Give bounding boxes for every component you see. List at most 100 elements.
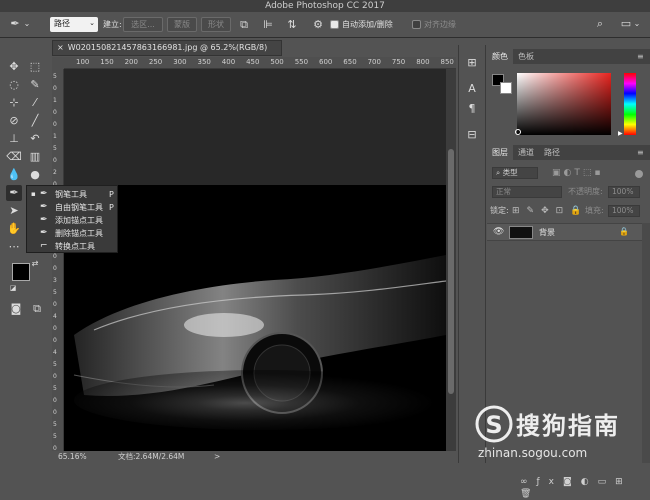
tab-swatches[interactable]: 色板 <box>513 49 539 64</box>
eye-icon[interactable]: 👁 <box>493 227 504 237</box>
tab-paths[interactable]: 路径 <box>539 145 565 160</box>
layers-panel-actions[interactable]: ∞ƒx◙◐▭⊞🗑 <box>520 476 650 500</box>
color-spectrum-field[interactable] <box>517 73 611 135</box>
default-colors-icon[interactable]: ◪ <box>8 283 18 293</box>
quick-mask-icon[interactable]: ◙ <box>8 301 24 317</box>
path-selection-tool-icon[interactable]: ➤ <box>6 203 22 219</box>
tool-mode-select[interactable]: 路径 ⌄ <box>50 17 98 32</box>
vertical-ruler-tick-label: 1 <box>53 97 57 104</box>
tool-mode-value: 路径 <box>54 19 70 28</box>
lock-icons[interactable]: ⊞✎✥⊡🔒 <box>512 205 588 217</box>
history-brush-tool-icon[interactable]: ↶ <box>27 131 43 147</box>
watermark-brand: 搜狗指南 <box>516 412 620 440</box>
scrollbar-thumb[interactable] <box>448 149 454 394</box>
tab-channels[interactable]: 通道 <box>513 145 539 160</box>
search-icon[interactable]: ⌕ <box>593 17 607 31</box>
character-panel-icon[interactable]: A <box>464 81 480 97</box>
auto-add-delete-checkbox[interactable]: 自动添加/删除 <box>330 17 393 33</box>
color-picker-marker[interactable] <box>515 129 521 135</box>
ruler-tick-label: 750 <box>391 58 406 66</box>
foreground-color-swatch[interactable] <box>12 263 30 281</box>
pen-tool-preset-icon[interactable]: ✒ <box>8 17 22 31</box>
opacity-field[interactable]: 100% <box>608 186 640 198</box>
path-arrangement-icon[interactable]: ⇅ <box>285 18 299 32</box>
panel-menu-icon[interactable]: ≡ <box>632 49 649 64</box>
path-alignment-icon[interactable]: ⊫ <box>261 18 275 32</box>
flyout-item[interactable]: ⌐ 转换点工具 <box>27 240 119 253</box>
document-tab[interactable]: × W020150821457863166981.jpg @ 65.2%(RGB/… <box>52 40 282 56</box>
layer-row[interactable]: 👁 背景 🔒 <box>487 223 642 241</box>
zoom-level[interactable]: 65.16% <box>58 451 87 463</box>
hue-slider-handle[interactable]: ▶ <box>618 130 623 137</box>
history-panel-icon[interactable]: ⊞ <box>464 55 480 71</box>
vertical-ruler-tick-label: 0 <box>53 109 57 116</box>
layer-thumbnail <box>509 226 533 239</box>
gear-icon[interactable]: ⚙ <box>311 18 325 32</box>
flyout-item-shortcut: P <box>109 190 114 199</box>
align-edges-checkbox[interactable]: 对齐边缘 <box>412 17 456 33</box>
adjustments-panel-icon[interactable]: ⊟ <box>464 127 480 143</box>
crop-tool-icon[interactable]: ⊹ <box>6 95 22 111</box>
lasso-tool-icon[interactable]: ◌ <box>6 77 22 93</box>
dodge-tool-icon[interactable]: ● <box>27 167 43 183</box>
workspace-icon[interactable]: ▭ <box>619 17 633 31</box>
layer-filter-value: 类型 <box>502 168 518 177</box>
ruler-tick-label: 200 <box>124 58 138 66</box>
eraser-tool-icon[interactable]: ⌫ <box>6 149 22 165</box>
document-image[interactable] <box>64 185 446 463</box>
panel-menu-icon[interactable]: ≡ <box>632 145 649 160</box>
ruler-tick-label: 650 <box>343 58 357 66</box>
blend-mode-select[interactable]: 正常 <box>492 186 562 198</box>
vertical-ruler-tick-label: 0 <box>53 85 57 92</box>
eyedropper-tool-icon[interactable]: ⁄ <box>27 95 43 111</box>
marquee-tool-icon[interactable]: ⬚ <box>27 59 43 75</box>
chevron-down-icon: ⌄ <box>89 19 95 27</box>
chevron-down-icon[interactable]: ⌄ <box>632 17 642 31</box>
vertical-ruler-tick-label: 0 <box>53 301 57 308</box>
gradient-tool-icon[interactable]: ▥ <box>27 149 43 165</box>
clone-stamp-tool-icon[interactable]: ⊥ <box>6 131 22 147</box>
vertical-ruler-tick-label: 2 <box>53 169 57 176</box>
document-size: 文档:2.64M/2.64M <box>118 452 185 461</box>
brush-tool-icon[interactable]: ╱ <box>27 113 43 129</box>
hand-tool-icon[interactable]: ✋ <box>6 221 22 237</box>
quick-selection-tool-icon[interactable]: ✎ <box>27 77 43 93</box>
paragraph-panel-icon[interactable]: ¶ <box>464 101 480 117</box>
hue-slider[interactable] <box>624 73 636 135</box>
mask-button[interactable]: 蒙版 <box>167 17 197 32</box>
flyout-item[interactable]: ✒ 自由钢笔工具 P <box>27 201 119 214</box>
layer-filter-select[interactable]: ⌕ 类型 <box>492 167 538 179</box>
vertical-scrollbar[interactable] <box>446 69 456 463</box>
ruler-tick-label: 250 <box>148 58 163 66</box>
ruler-tick-label: 550 <box>294 58 309 66</box>
status-menu-arrow[interactable]: > <box>214 451 220 463</box>
layer-name[interactable]: 背景 <box>539 227 555 238</box>
healing-brush-tool-icon[interactable]: ⊘ <box>6 113 22 129</box>
path-operations-icon[interactable]: ⧉ <box>237 18 251 32</box>
document-tab-label: W020150821457863166981.jpg @ 65.2%(RGB/8… <box>67 43 268 52</box>
flyout-item[interactable]: ✒ 删除锚点工具 <box>27 227 119 240</box>
screen-mode-icon[interactable]: ⧉ <box>29 301 45 317</box>
chevron-down-icon[interactable]: ⌄ <box>22 17 32 31</box>
more-tools-icon[interactable]: ⋯ <box>6 239 22 255</box>
flyout-item-label: 自由钢笔工具 <box>55 203 103 212</box>
ruler-tick-label: 400 <box>221 58 236 66</box>
close-icon[interactable]: × <box>57 43 64 52</box>
pen-tool-icon[interactable]: ✒ <box>6 185 22 201</box>
shape-button[interactable]: 形状 <box>201 17 231 32</box>
search-icon: ⌕ <box>496 168 503 177</box>
tab-color[interactable]: 颜色 <box>487 49 513 64</box>
filter-toggle[interactable] <box>635 170 643 178</box>
tab-layers[interactable]: 图层 <box>487 145 513 160</box>
layer-filter-icons[interactable]: ▣◐T⬚▪ <box>552 167 603 179</box>
swap-colors-icon[interactable]: ⇄ <box>30 259 40 269</box>
selection-button[interactable]: 选区... <box>123 17 163 32</box>
flyout-item[interactable]: ▪ ✒ 钢笔工具 P <box>27 188 119 201</box>
blur-tool-icon[interactable]: 💧 <box>6 167 22 183</box>
move-tool-icon[interactable]: ✥ <box>6 59 22 75</box>
flyout-item[interactable]: ✒ 添加锚点工具 <box>27 214 119 227</box>
fill-field[interactable]: 100% <box>608 205 640 217</box>
collapsed-panels-dock: ⊞ A ¶ ⊟ <box>458 45 486 463</box>
vertical-ruler: 50100150200250300350400450500550 <box>52 69 64 463</box>
panel-background-swatch[interactable] <box>500 82 512 94</box>
